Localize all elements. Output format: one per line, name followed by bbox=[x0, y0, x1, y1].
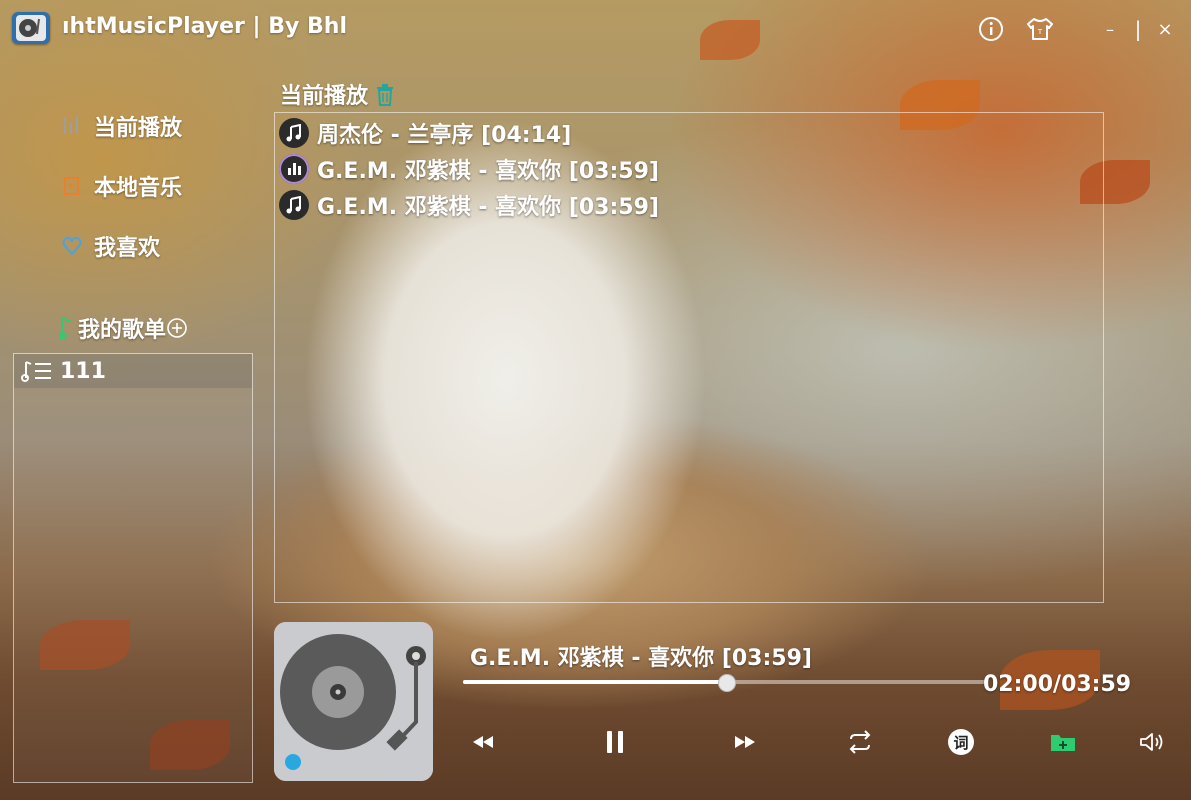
volume-button[interactable] bbox=[1135, 726, 1169, 758]
progress-handle[interactable] bbox=[717, 674, 736, 692]
background-leaf bbox=[700, 20, 760, 60]
sidebar-item-favorites[interactable]: 我喜欢 bbox=[62, 230, 160, 262]
pause-button[interactable] bbox=[598, 726, 632, 758]
now-playing-title: 当前播放 bbox=[280, 84, 369, 109]
queue-panel: 周杰伦 - 兰亭序 [04:14] G.E.M. 邓紫棋 - 喜欢你 [03:5… bbox=[274, 112, 1104, 603]
progress-fill bbox=[463, 680, 726, 684]
repeat-button[interactable] bbox=[843, 726, 877, 758]
volume-icon bbox=[1140, 733, 1163, 751]
maximize-button[interactable]: | bbox=[1128, 16, 1148, 42]
sidebar-item-label: 当前播放 bbox=[94, 116, 183, 141]
playlist-name: 111 bbox=[60, 358, 106, 384]
sidebar-item-label: 我喜欢 bbox=[94, 236, 161, 261]
time-display: 02:00/03:59 bbox=[983, 672, 1132, 697]
lyrics-icon: 词 bbox=[948, 729, 974, 755]
skin-icon[interactable]: T bbox=[1025, 16, 1055, 42]
fast-forward-icon bbox=[735, 736, 755, 748]
sidebar-item-now-playing[interactable]: 当前播放 bbox=[62, 110, 182, 142]
my-playlists-header: 我的歌单 bbox=[58, 312, 188, 344]
repeat-icon bbox=[849, 730, 871, 754]
close-button[interactable]: × bbox=[1155, 16, 1175, 42]
playlist-panel: 111 bbox=[13, 353, 253, 783]
pause-icon bbox=[607, 731, 623, 753]
music-note-icon bbox=[279, 190, 309, 220]
queue-item[interactable]: 周杰伦 - 兰亭序 [04:14] bbox=[279, 117, 571, 149]
bars-icon bbox=[64, 116, 78, 134]
folder-add-icon bbox=[1051, 735, 1075, 751]
app-logo bbox=[12, 12, 50, 44]
rewind-icon bbox=[473, 736, 493, 748]
next-button[interactable] bbox=[728, 726, 762, 758]
sidebar-item-local-music[interactable]: 本地音乐 bbox=[62, 170, 182, 202]
minimize-button[interactable]: – bbox=[1100, 16, 1120, 42]
queue-item[interactable]: G.E.M. 邓紫棋 - 喜欢你 [03:59] bbox=[279, 189, 659, 221]
sidebar-item-label: 本地音乐 bbox=[94, 176, 183, 201]
heart-icon bbox=[62, 236, 82, 256]
now-playing-header: 当前播放 bbox=[280, 78, 396, 110]
playlist-item[interactable]: 111 bbox=[14, 354, 252, 388]
add-to-playlist-button[interactable] bbox=[1046, 726, 1080, 758]
queue-item-text: G.E.M. 邓紫棋 - 喜欢你 [03:59] bbox=[317, 159, 659, 184]
playlist-folder-icon bbox=[59, 317, 73, 340]
queue-item-text: 周杰伦 - 兰亭序 [04:14] bbox=[317, 123, 572, 148]
progress-slider[interactable] bbox=[463, 674, 985, 692]
turntable-album-art[interactable] bbox=[274, 622, 433, 781]
window-title: ıhtMusicPlayer | By Bhl bbox=[62, 14, 347, 39]
lyrics-button[interactable]: 词 bbox=[944, 726, 978, 758]
music-note-icon bbox=[279, 118, 309, 148]
local-music-icon bbox=[64, 177, 79, 195]
trash-icon[interactable] bbox=[374, 81, 396, 107]
info-icon[interactable] bbox=[978, 16, 1004, 42]
previous-button[interactable] bbox=[466, 726, 500, 758]
queue-item-playing[interactable]: G.E.M. 邓紫棋 - 喜欢你 [03:59] bbox=[279, 153, 659, 185]
current-song-title: G.E.M. 邓紫棋 - 喜欢你 [03:59] bbox=[470, 646, 812, 671]
equalizer-icon bbox=[279, 154, 309, 184]
svg-text:T: T bbox=[1037, 28, 1043, 36]
my-playlists-label: 我的歌单 bbox=[78, 318, 167, 343]
playlist-icon bbox=[21, 361, 51, 382]
add-playlist-icon[interactable] bbox=[166, 317, 188, 339]
queue-item-text: G.E.M. 邓紫棋 - 喜欢你 [03:59] bbox=[317, 195, 659, 220]
